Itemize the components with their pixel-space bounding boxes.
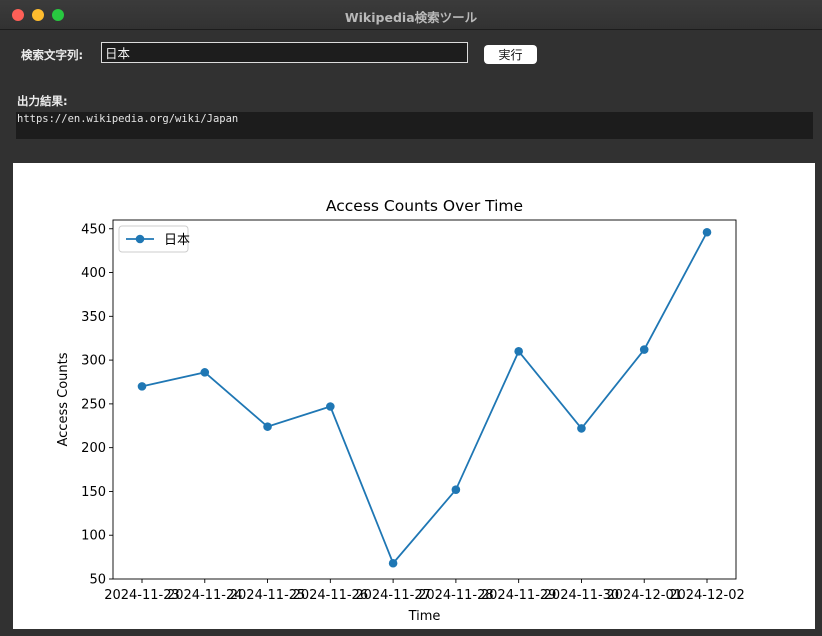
y-tick-label: 250 (81, 397, 106, 412)
series-line (141, 231, 708, 565)
data-point (137, 382, 147, 391)
access-chart: Access Counts Over Time 50 100 150 200 250 300… (56, 197, 745, 624)
data-point (702, 227, 712, 237)
data-point (639, 345, 649, 354)
data-point (326, 402, 335, 411)
data-point (263, 422, 272, 431)
output-box[interactable]: https://en.wikipedia.org/wiki/Japan (16, 112, 813, 139)
y-tick-label: 100 (81, 529, 106, 544)
y-tick-label: 150 (81, 485, 106, 500)
y-tick-label: 200 (81, 441, 106, 456)
window-title: Wikipedia検索ツール (344, 10, 478, 25)
output-text: https://en.wikipedia.org/wiki/Japan (17, 113, 239, 125)
search-label: 検索文字列: (21, 48, 84, 62)
x-axis-label: Time (408, 609, 441, 624)
y-tick-label: 50 (89, 573, 106, 588)
data-point (388, 558, 398, 568)
output-label: 出力結果: (17, 94, 68, 108)
data-point (451, 485, 461, 494)
y-tick-label: 400 (81, 266, 106, 281)
run-button[interactable]: 実行 (484, 45, 537, 64)
data-point (577, 424, 586, 433)
data-point (514, 347, 523, 356)
legend-marker (135, 234, 145, 244)
main-content: 検索文字列: 実行 出力結果: https://en.wikipedia.org… (0, 30, 822, 636)
title-bar: Wikipedia検索ツール (0, 0, 822, 30)
x-tick-label: 2024-12-02 (669, 588, 745, 603)
y-tick-label: 300 (81, 354, 106, 369)
search-input[interactable] (101, 42, 468, 63)
y-tick-label: 350 (81, 310, 106, 325)
chart-panel: Access Counts Over Time 50 100 150 200 250 300… (13, 163, 815, 629)
chart-title: Access Counts Over Time (326, 197, 523, 215)
y-tick-label: 450 (81, 222, 106, 237)
legend-label: 日本 (164, 233, 190, 248)
data-point (200, 368, 210, 377)
y-axis-label: Access Counts (56, 352, 71, 446)
